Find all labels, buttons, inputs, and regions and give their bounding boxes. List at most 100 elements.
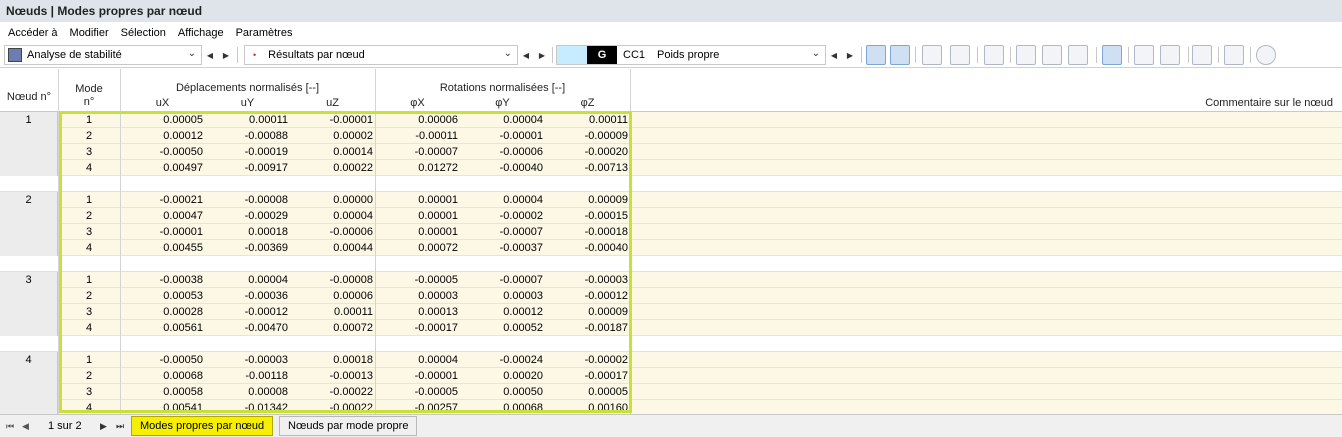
mode-cell[interactable]: 4 <box>58 160 120 176</box>
value-cell[interactable]: 0.01272 <box>378 160 458 176</box>
value-cell[interactable]: 0.00009 <box>548 192 628 208</box>
value-cell[interactable]: 0.00003 <box>378 288 458 304</box>
view-result-icon[interactable] <box>922 45 942 65</box>
table-row[interactable]: 4 0.00497 -0.00917 0.00022 0.01272 -0.00040 -0… <box>0 160 1342 176</box>
value-cell[interactable]: 0.00011 <box>293 304 373 320</box>
value-cell[interactable]: 0.00005 <box>123 112 203 128</box>
value-cell[interactable]: 0.00047 <box>123 208 203 224</box>
value-cell[interactable]: -0.00001 <box>293 112 373 128</box>
select-cursor-icon[interactable] <box>866 45 886 65</box>
bar-chart-icon[interactable] <box>1102 45 1122 65</box>
mode-cell[interactable]: 3 <box>58 144 120 160</box>
table-row[interactable]: 1 -0.00050 -0.00003 0.00018 0.00004 -0.00024-… <box>0 352 1342 368</box>
value-cell[interactable]: 0.00028 <box>123 304 203 320</box>
table-row[interactable]: 1 -0.00038 0.00004 -0.00008 -0.00005 -0.00007… <box>0 272 1342 288</box>
menu-selection[interactable]: Sélection <box>121 27 166 39</box>
value-cell[interactable]: -0.00013 <box>293 368 373 384</box>
value-cell[interactable]: -0.00036 <box>208 288 288 304</box>
value-cell[interactable]: -0.00257 <box>378 400 458 414</box>
value-cell[interactable]: -0.00006 <box>463 144 543 160</box>
mode-cell[interactable]: 4 <box>58 400 120 414</box>
value-cell[interactable]: -0.00003 <box>548 272 628 288</box>
value-cell[interactable]: -0.01342 <box>208 400 288 414</box>
value-cell[interactable]: 0.00160 <box>548 400 628 414</box>
value-cell[interactable]: 0.00053 <box>123 288 203 304</box>
value-cell[interactable]: 0.00012 <box>123 128 203 144</box>
value-cell[interactable]: 0.00497 <box>123 160 203 176</box>
col-phiz-header[interactable]: φZ <box>545 97 630 109</box>
value-cell[interactable]: -0.00050 <box>123 352 203 368</box>
value-cell[interactable]: 0.00022 <box>293 160 373 176</box>
value-cell[interactable]: 0.00455 <box>123 240 203 256</box>
table-row[interactable]: 2 0.00012 -0.00088 0.00002 -0.00011 -0.00001-… <box>0 128 1342 144</box>
value-cell[interactable]: -0.00017 <box>378 320 458 336</box>
value-cell[interactable]: -0.00002 <box>463 208 543 224</box>
tab-noeuds-par-mode-propre[interactable]: Nœuds par mode propre <box>279 416 418 436</box>
decimal-format-icon[interactable] <box>950 45 970 65</box>
value-cell[interactable]: -0.00005 <box>378 384 458 400</box>
prev-page-icon[interactable]: ◀ <box>22 421 29 432</box>
value-cell[interactable]: 0.00000 <box>293 192 373 208</box>
next-page-icon[interactable]: ▶ <box>100 421 107 432</box>
value-cell[interactable]: -0.00022 <box>293 400 373 414</box>
table-row[interactable]: 3 -0.00001 0.00018 -0.00006 0.00001 -0.00007-… <box>0 224 1342 240</box>
value-cell[interactable]: -0.00022 <box>293 384 373 400</box>
value-cell[interactable]: -0.00007 <box>463 272 543 288</box>
value-cell[interactable]: 0.00004 <box>378 352 458 368</box>
table-highlight-icon[interactable] <box>1042 45 1062 65</box>
value-cell[interactable]: 0.00003 <box>463 288 543 304</box>
first-page-icon[interactable]: ⏮ <box>6 421 14 432</box>
value-cell[interactable]: -0.00008 <box>293 272 373 288</box>
mode-cell[interactable]: 3 <box>58 224 120 240</box>
value-cell[interactable]: 0.00018 <box>208 224 288 240</box>
value-cell[interactable]: -0.00024 <box>463 352 543 368</box>
table-row[interactable]: 2 0.00068 -0.00118 -0.00013 -0.00001 0.00020-… <box>0 368 1342 384</box>
value-cell[interactable]: 0.00541 <box>123 400 203 414</box>
value-cell[interactable]: 0.00018 <box>293 352 373 368</box>
table-row[interactable]: 1 0.00005 0.00011 -0.00001 0.00006 0.00004 0.0… <box>0 112 1342 128</box>
value-cell[interactable]: 0.00004 <box>463 192 543 208</box>
value-cell[interactable]: 0.00020 <box>463 368 543 384</box>
table-row[interactable]: 2 0.00047 -0.00029 0.00004 0.00001 -0.00002 -0… <box>0 208 1342 224</box>
value-cell[interactable]: -0.00470 <box>208 320 288 336</box>
value-cell[interactable]: -0.00369 <box>208 240 288 256</box>
value-cell[interactable]: -0.00012 <box>208 304 288 320</box>
value-cell[interactable]: 0.00014 <box>293 144 373 160</box>
col-mode-header-line1[interactable]: Mode <box>58 83 120 95</box>
value-cell[interactable]: 0.00001 <box>378 192 458 208</box>
value-cell[interactable]: 0.00072 <box>293 320 373 336</box>
analysis-select[interactable]: Analyse de stabilité ⌄ <box>4 45 202 65</box>
value-cell[interactable]: 0.00004 <box>463 112 543 128</box>
mode-cell[interactable]: 2 <box>58 368 120 384</box>
mode-cell[interactable]: 4 <box>58 240 120 256</box>
value-cell[interactable]: 0.00050 <box>463 384 543 400</box>
table-row[interactable]: 4 0.00455 -0.00369 0.00044 0.00072 -0.00037 -0… <box>0 240 1342 256</box>
col-phiy-header[interactable]: φY <box>460 97 545 109</box>
prev-analysis-button[interactable]: ◀ <box>204 46 216 64</box>
mode-cell[interactable]: 2 <box>58 288 120 304</box>
value-cell[interactable]: -0.00118 <box>208 368 288 384</box>
col-phix-header[interactable]: φX <box>375 97 460 109</box>
node-id-cell[interactable]: 2 <box>0 192 58 256</box>
value-cell[interactable]: 0.00011 <box>208 112 288 128</box>
col-uy-header[interactable]: uY <box>205 97 290 109</box>
value-cell[interactable]: -0.00038 <box>123 272 203 288</box>
menu-parametres[interactable]: Paramètres <box>236 27 293 39</box>
value-cell[interactable]: 0.00058 <box>123 384 203 400</box>
value-cell[interactable]: -0.00011 <box>378 128 458 144</box>
value-cell[interactable]: 0.00044 <box>293 240 373 256</box>
col-uz-header[interactable]: uZ <box>290 97 375 109</box>
value-cell[interactable]: -0.00029 <box>208 208 288 224</box>
value-cell[interactable]: 0.00001 <box>378 208 458 224</box>
value-cell[interactable]: 0.00561 <box>123 320 203 336</box>
value-cell[interactable]: -0.00002 <box>548 352 628 368</box>
value-cell[interactable]: -0.00007 <box>463 224 543 240</box>
mode-cell[interactable]: 2 <box>58 208 120 224</box>
mode-cell[interactable]: 1 <box>58 352 120 368</box>
table-icon[interactable] <box>1016 45 1036 65</box>
menu-affichage[interactable]: Affichage <box>178 27 224 39</box>
table-row[interactable]: 3 0.00058 0.00008 -0.00022 -0.00005 0.00050 0.… <box>0 384 1342 400</box>
value-cell[interactable]: -0.00003 <box>208 352 288 368</box>
value-cell[interactable]: -0.00021 <box>123 192 203 208</box>
table-row[interactable]: 3 0.00028 -0.00012 0.00011 0.00013 0.00012 0.0… <box>0 304 1342 320</box>
